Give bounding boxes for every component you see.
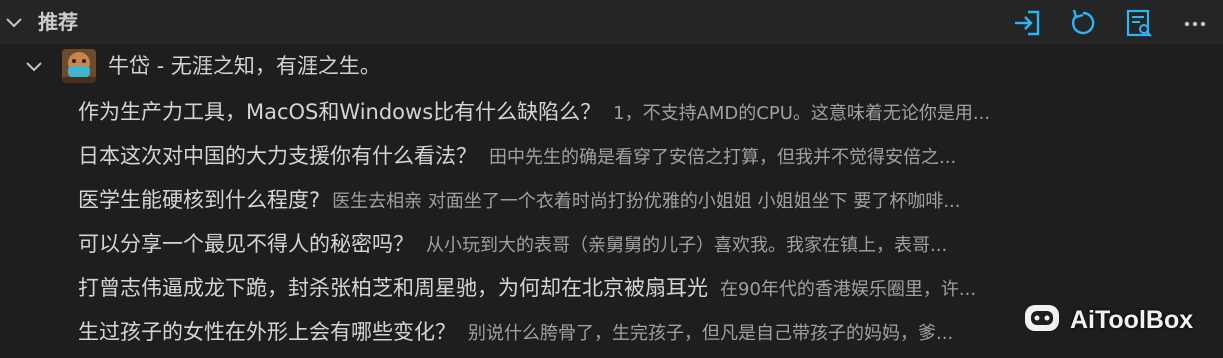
answer-excerpt: 别说什么胯骨了，生完孩子，但凡是自己带孩子的妈妈，爹... [468, 323, 954, 344]
answer-excerpt: 田中先生的确是看穿了安倍之打算，但我并不觉得安倍之... [489, 147, 957, 168]
more-icon[interactable] [1178, 6, 1212, 40]
watermark-text: AiToolBox [1070, 305, 1194, 334]
question-title: 日本这次对中国的大力支援你有什么看法？ [78, 144, 477, 168]
question-title: 作为生产力工具，MacOS和Windows比有什么缺陷么？ [78, 100, 602, 124]
list-item[interactable]: 可以分享一个最见不得人的秘密吗？ 从小玩到大的表哥（亲舅舅的儿子）喜欢我。我家在镇… [78, 222, 1200, 266]
watermark-logo: AiToolBox [1022, 296, 1222, 344]
question-title: 打曾志伟逼成龙下跪，封杀张柏芝和周星驰，为何却在北京被扇耳光 [78, 276, 708, 300]
answer-excerpt: 从小玩到大的表哥（亲舅舅的儿子）喜欢我。我家在镇上，表哥... [426, 235, 948, 256]
question-title: 医学生能硬核到什么程度? [78, 188, 321, 212]
list-item[interactable]: 医学生能硬核到什么程度? 医生去相亲 对面坐了一个衣着时尚打扮优雅的小姐姐 小姐姐… [78, 178, 1200, 222]
search-list-icon[interactable] [1122, 6, 1156, 40]
user-name: 牛岱 - 无涯之知，有涯之生。 [108, 54, 381, 78]
chevron-down-icon[interactable] [4, 12, 24, 32]
user-row[interactable]: 牛岱 - 无涯之知，有涯之生。 [0, 44, 1223, 88]
list-item[interactable]: 日本这次对中国的大力支援你有什么看法？ 田中先生的确是看穿了安倍之打算，但我并不觉… [78, 134, 1200, 178]
chevron-down-icon[interactable] [24, 56, 44, 76]
answer-excerpt: 在90年代的香港娱乐圈里，许... [720, 279, 977, 300]
recommend-panel: 推荐 牛岱 - 无涯之知，有涯之生。 作为生产力工具，MacOS和Windows… [0, 0, 1223, 358]
avatar [62, 49, 96, 83]
list-item[interactable]: 作为生产力工具，MacOS和Windows比有什么缺陷么？ 1，不支持AMD的CP… [78, 90, 1200, 134]
refresh-icon[interactable] [1066, 6, 1100, 40]
answer-excerpt: 医生去相亲 对面坐了一个衣着时尚打扮优雅的小姐姐 小姐姐坐下 要了杯咖啡... [332, 191, 961, 212]
question-title: 生过孩子的女性在外形上会有哪些变化？ [78, 320, 456, 344]
section-title: 推荐 [38, 10, 78, 34]
answer-excerpt: 1，不支持AMD的CPU。这意味着无论你是用... [613, 103, 991, 124]
sign-in-icon[interactable] [1010, 6, 1044, 40]
robot-icon [1022, 298, 1062, 342]
section-header[interactable]: 推荐 [0, 0, 1223, 44]
question-title: 可以分享一个最见不得人的秘密吗？ [78, 232, 414, 256]
